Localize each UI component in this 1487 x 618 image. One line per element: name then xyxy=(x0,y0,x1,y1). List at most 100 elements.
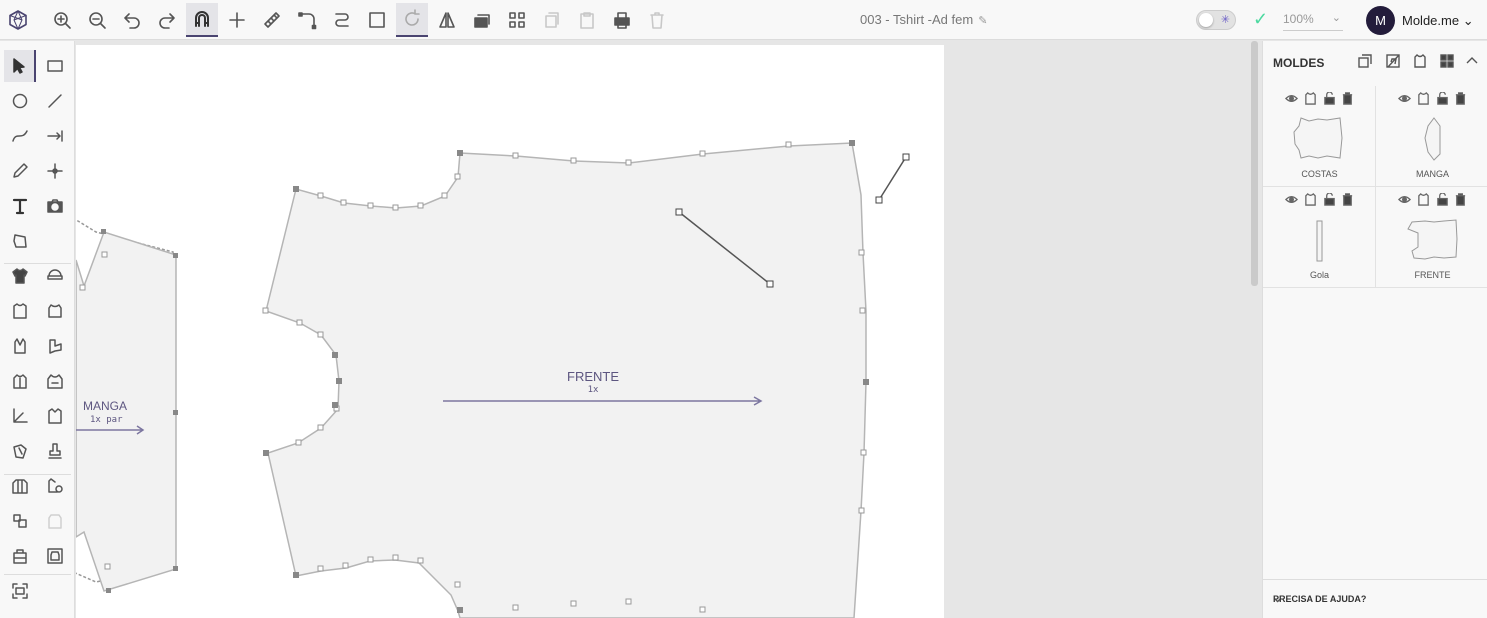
select-rect-icon[interactable] xyxy=(361,3,393,37)
sleeve-icon[interactable] xyxy=(39,330,71,362)
pattern-drawing[interactable]: MANGA 1x par FRENTE 1x xyxy=(76,45,944,618)
rotate-icon[interactable] xyxy=(396,3,428,37)
trash-icon[interactable] xyxy=(1454,193,1468,207)
piece-label: MANGA xyxy=(1415,169,1449,179)
tshirt-icon[interactable] xyxy=(1417,92,1431,106)
mirror-icon[interactable] xyxy=(431,3,463,37)
bag-icon[interactable] xyxy=(4,540,36,572)
hat-icon[interactable] xyxy=(39,260,71,292)
hoodie-icon[interactable] xyxy=(39,365,71,397)
piece-card-manga[interactable]: MANGA xyxy=(1376,86,1487,187)
help-section[interactable]: PRECISA DE AJUDA? ⌄ xyxy=(1263,579,1487,618)
trash-icon[interactable] xyxy=(1341,92,1355,106)
redo-icon[interactable] xyxy=(151,3,183,37)
tshirt-icon[interactable] xyxy=(1412,53,1430,71)
chevron-up-icon[interactable] xyxy=(1464,53,1482,71)
piece-card-costas[interactable]: COSTAS xyxy=(1263,86,1376,187)
ruler-icon[interactable] xyxy=(256,3,288,37)
front-qty: 1x xyxy=(588,385,599,395)
patterns-panel: MOLDES COSTAS MANGA Gola FRENTE PRECISA … xyxy=(1262,41,1487,618)
eye-icon[interactable] xyxy=(1398,92,1412,106)
paste-icon[interactable] xyxy=(571,3,603,37)
corner-tool-icon[interactable] xyxy=(291,3,323,37)
copy-icon[interactable] xyxy=(1357,53,1375,71)
sleeve-pattern[interactable]: MANGA 1x par xyxy=(76,218,178,593)
copy-icon[interactable] xyxy=(536,3,568,37)
circle-icon[interactable] xyxy=(4,85,36,117)
zoom-in-icon[interactable] xyxy=(46,3,78,37)
dimension-icon[interactable] xyxy=(39,120,71,152)
grid-icon[interactable] xyxy=(1439,53,1457,71)
zoom-select[interactable]: 100% ⌄ xyxy=(1283,12,1343,31)
rectangle-icon[interactable] xyxy=(39,50,71,82)
sleeve-label: MANGA xyxy=(83,399,127,413)
toggle-knob xyxy=(1199,13,1213,27)
lock-icon[interactable] xyxy=(1436,192,1450,207)
user-menu[interactable]: Molde.me ⌄ xyxy=(1402,13,1474,29)
tshirt-outline-icon[interactable] xyxy=(4,295,36,327)
lock-icon[interactable] xyxy=(1436,91,1450,106)
pointer-icon[interactable] xyxy=(4,50,36,82)
costas-thumbnail xyxy=(1293,117,1343,159)
trash-icon[interactable] xyxy=(1341,193,1355,207)
curve-tool-icon[interactable] xyxy=(326,3,358,37)
avatar-initial: M xyxy=(1375,13,1386,28)
mask-icon[interactable] xyxy=(4,435,36,467)
grid-icon[interactable] xyxy=(501,3,533,37)
magnet-icon[interactable] xyxy=(186,3,218,37)
zoom-out-icon[interactable] xyxy=(81,3,113,37)
tshirt-icon[interactable] xyxy=(1304,193,1318,207)
axis-icon[interactable] xyxy=(4,400,36,432)
piece-icon[interactable] xyxy=(39,505,71,537)
piece-card-gola[interactable]: Gola xyxy=(1263,187,1376,288)
mirror-icon[interactable] xyxy=(1385,53,1403,71)
tshirt-icon[interactable] xyxy=(1417,193,1431,207)
tshirt-icon[interactable] xyxy=(1304,92,1318,106)
manga-thumbnail xyxy=(1424,117,1441,161)
tshirt-narrow-icon[interactable] xyxy=(39,295,71,327)
text-icon[interactable] xyxy=(4,190,36,222)
logo-icon[interactable] xyxy=(2,3,34,37)
point-icon[interactable] xyxy=(39,155,71,187)
layers-icon[interactable] xyxy=(4,470,36,502)
shape-icon[interactable] xyxy=(4,225,36,257)
duplicate-icon[interactable] xyxy=(4,505,36,537)
eye-icon[interactable] xyxy=(1285,193,1299,207)
piece-label: Gola xyxy=(1309,270,1329,280)
trash-icon[interactable] xyxy=(1454,92,1468,106)
print-icon[interactable] xyxy=(606,3,638,37)
magic-icon[interactable] xyxy=(39,470,71,502)
lock-icon[interactable] xyxy=(1323,192,1337,207)
loose-line-segment[interactable] xyxy=(875,153,910,204)
document-title[interactable]: 003 - Tshirt -Ad fem ✎ xyxy=(860,12,987,27)
camera-scan-icon[interactable] xyxy=(4,575,36,607)
frame-icon[interactable] xyxy=(39,540,71,572)
shirt-icon[interactable] xyxy=(39,400,71,432)
eye-icon[interactable] xyxy=(1398,193,1412,207)
piece-card-frente[interactable]: FRENTE xyxy=(1376,187,1487,288)
edit-icon[interactable]: ✎ xyxy=(978,14,987,27)
drawing-canvas[interactable]: MANGA 1x par FRENTE 1x xyxy=(76,45,944,618)
stack-icon[interactable] xyxy=(466,3,498,37)
curve-icon[interactable] xyxy=(4,120,36,152)
gola-thumbnail xyxy=(1316,220,1323,262)
undo-icon[interactable] xyxy=(116,3,148,37)
avatar[interactable]: M xyxy=(1366,6,1395,35)
pencil-icon[interactable] xyxy=(4,155,36,187)
theme-toggle[interactable]: ✳ xyxy=(1196,10,1236,30)
trash-icon[interactable] xyxy=(641,3,673,37)
jacket-icon[interactable] xyxy=(4,365,36,397)
camera-icon[interactable] xyxy=(39,190,71,222)
lock-icon[interactable] xyxy=(1323,91,1337,106)
crosshair-icon[interactable] xyxy=(221,3,253,37)
front-pattern[interactable]: FRENTE 1x xyxy=(262,140,869,618)
vertical-scrollbar[interactable] xyxy=(1251,41,1258,286)
chevron-down-icon: ⌄ xyxy=(1273,593,1283,605)
tool-sidebar xyxy=(0,41,75,618)
vest-icon[interactable] xyxy=(4,330,36,362)
line-icon[interactable] xyxy=(39,85,71,117)
eye-icon[interactable] xyxy=(1285,92,1299,106)
stamp-icon[interactable] xyxy=(39,435,71,467)
check-icon: ✓ xyxy=(1253,9,1269,29)
tshirt-fill-icon[interactable] xyxy=(4,260,36,292)
